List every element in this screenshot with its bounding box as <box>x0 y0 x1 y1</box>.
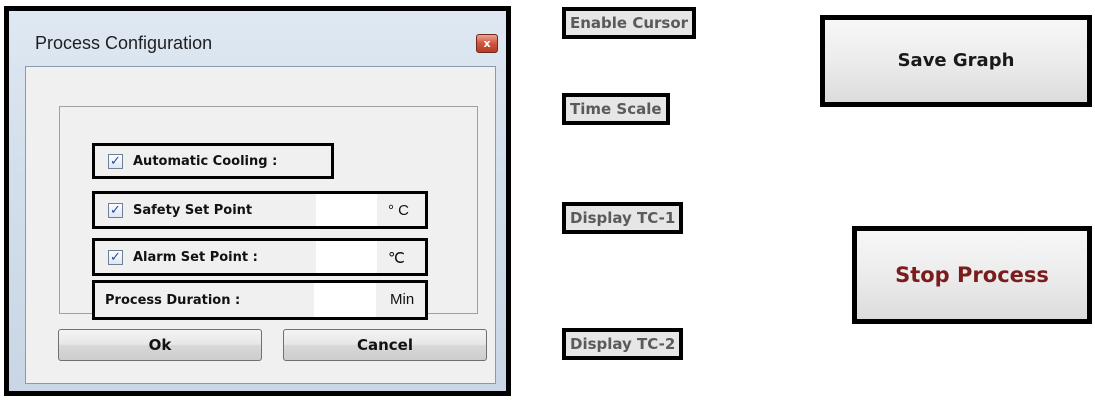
alarm-set-point-row: ✓ Alarm Set Point : ℃ <box>92 238 428 276</box>
process-duration-unit: Min <box>390 291 415 308</box>
alarm-set-point-checkbox[interactable]: ✓ <box>108 250 123 265</box>
checkmark-icon: ✓ <box>110 203 121 218</box>
safety-set-point-unit: ° C <box>388 202 409 219</box>
process-duration-input[interactable] <box>314 283 376 317</box>
alarm-set-point-label: Alarm Set Point : <box>133 250 258 265</box>
checkmark-icon: ✓ <box>110 154 121 169</box>
safety-set-point-checkbox[interactable]: ✓ <box>108 203 123 218</box>
dialog-title: Process Configuration <box>35 33 213 53</box>
checkmark-icon: ✓ <box>110 250 121 265</box>
alarm-set-point-unit: ℃ <box>388 250 405 267</box>
process-duration-row: Process Duration : Min <box>92 280 428 320</box>
enable-cursor-label[interactable]: Enable Cursor <box>562 7 697 39</box>
safety-set-point-row: ✓ Safety Set Point ° C <box>92 191 428 229</box>
alarm-set-point-input[interactable] <box>316 241 377 273</box>
close-icon: x <box>483 37 491 50</box>
automatic-cooling-row: ✓ Automatic Cooling : <box>92 143 334 179</box>
process-duration-label: Process Duration : <box>105 293 241 308</box>
cancel-button[interactable]: Cancel <box>283 329 487 361</box>
display-tc2-label[interactable]: Display TC-2 <box>562 328 684 360</box>
safety-set-point-input[interactable] <box>316 194 377 226</box>
dialog-titlebar[interactable]: Process Configuration x <box>9 11 506 61</box>
ok-button[interactable]: Ok <box>58 329 262 361</box>
safety-set-point-label: Safety Set Point <box>133 203 253 218</box>
save-graph-button[interactable]: Save Graph <box>820 15 1092 107</box>
process-configuration-dialog: Process Configuration x ✓ Automatic Cool… <box>4 6 511 396</box>
display-tc1-label[interactable]: Display TC-1 <box>562 202 684 234</box>
time-scale-label[interactable]: Time Scale <box>562 93 670 125</box>
dialog-client-area: ✓ Automatic Cooling : ✓ Safety Set Point… <box>25 66 496 384</box>
close-button[interactable]: x <box>476 34 498 53</box>
automatic-cooling-checkbox[interactable]: ✓ <box>108 154 123 169</box>
stop-process-button[interactable]: Stop Process <box>852 226 1092 324</box>
automatic-cooling-label: Automatic Cooling : <box>133 154 278 169</box>
